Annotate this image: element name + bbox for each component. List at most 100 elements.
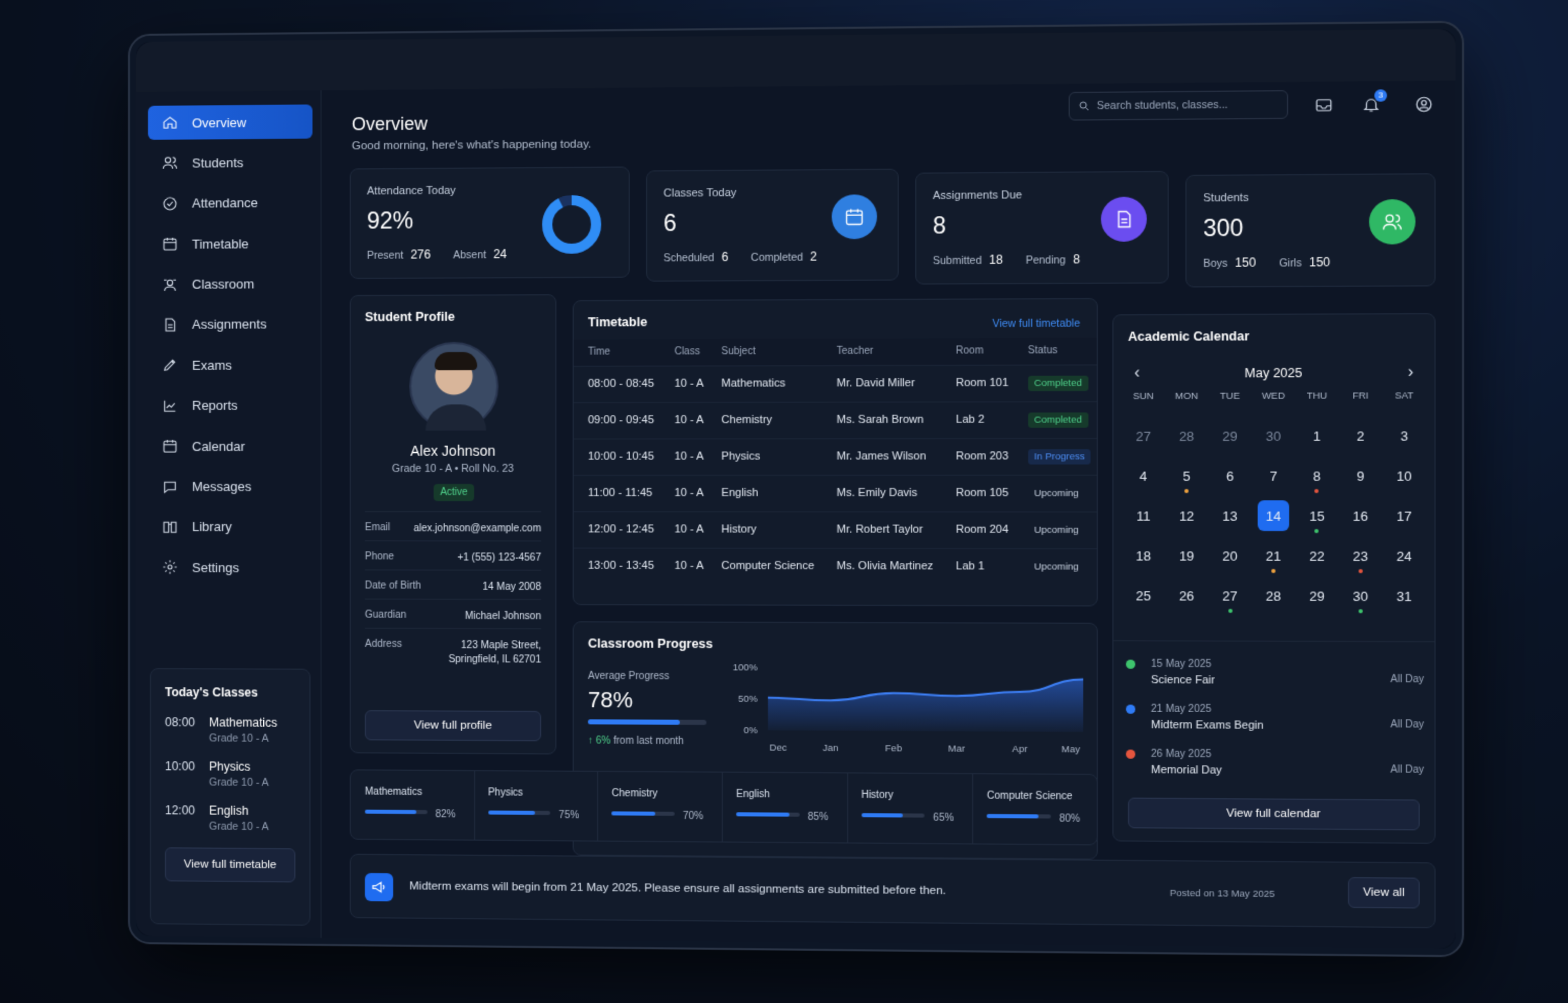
sidebar-item-students[interactable]: Students bbox=[148, 145, 313, 180]
view-full-timetable-link[interactable]: View full timetable bbox=[992, 318, 1080, 331]
view-calendar-button[interactable]: View full calendar bbox=[1128, 797, 1420, 831]
pending-label: Pending bbox=[1025, 254, 1066, 267]
table-row[interactable]: 12:00 - 12:45 10 - A History Mr. Robert Tay… bbox=[573, 511, 1097, 549]
calendar-day[interactable]: 28 bbox=[1165, 420, 1208, 451]
divider bbox=[846, 773, 848, 843]
sidebar-item-classroom[interactable]: Classroom bbox=[148, 267, 313, 302]
calendar-event[interactable]: 26 May 2025 Memorial Day All Day bbox=[1125, 749, 1424, 778]
progress-chart: 100% 50% 0% Dec Jan Feb Mar Apr May bbox=[733, 662, 1089, 755]
trend-up-icon: ↑ bbox=[587, 735, 596, 747]
calendar-day[interactable]: 5 bbox=[1165, 460, 1208, 494]
assignments-card[interactable]: Assignments Due 8 Submitted 18 Pending 8 bbox=[915, 170, 1169, 285]
day-number: 27 bbox=[1222, 587, 1238, 604]
table-row[interactable]: 10:00 - 10:45 10 - A Physics Mr. James Wils… bbox=[573, 437, 1097, 475]
subject-percent: 75% bbox=[558, 809, 580, 822]
calendar-day[interactable]: 18 bbox=[1122, 540, 1165, 571]
sidebar-item-attendance[interactable]: Attendance bbox=[148, 186, 313, 221]
view-timetable-button[interactable]: View full timetable bbox=[164, 847, 296, 883]
table-cell: 10 - A bbox=[660, 438, 708, 475]
calendar-icon-badge bbox=[831, 194, 878, 240]
sidebar-nav: Overview Students Attendance Timetable C… bbox=[147, 104, 313, 591]
table-row[interactable]: 09:00 - 09:45 10 - A Chemistry Ms. Sarah Br… bbox=[573, 401, 1097, 439]
event-color-dot bbox=[1125, 749, 1136, 759]
subject-bar bbox=[736, 812, 800, 817]
calendar-day[interactable]: 2 bbox=[1339, 420, 1383, 451]
field-label: Guardian bbox=[364, 609, 407, 621]
sidebar-item-settings[interactable]: Settings bbox=[148, 550, 313, 584]
view-all-button[interactable]: View all bbox=[1348, 877, 1420, 909]
table-cell: 12:00 - 12:45 bbox=[573, 511, 661, 548]
calendar-day[interactable]: 29 bbox=[1208, 420, 1251, 451]
calendar-day[interactable]: 16 bbox=[1339, 500, 1383, 531]
calendar-day[interactable]: 7 bbox=[1252, 460, 1295, 491]
calendar-day[interactable]: 30 bbox=[1339, 580, 1383, 614]
calendar-day[interactable]: 22 bbox=[1295, 540, 1339, 571]
profile-button[interactable] bbox=[1414, 95, 1433, 114]
class-item[interactable]: 10:00 Physics Grade 10 - A bbox=[165, 759, 295, 789]
calendar-day[interactable]: 25 bbox=[1122, 580, 1165, 611]
calendar-event[interactable]: 15 May 2025 Science Fair All Day bbox=[1125, 659, 1424, 688]
sidebar-item-reports[interactable]: Reports bbox=[148, 388, 313, 422]
profile-field-email: Email alex.johnson@example.com bbox=[364, 511, 542, 537]
table-row[interactable]: 08:00 - 08:45 10 - A Mathematics Mr. David … bbox=[573, 364, 1097, 403]
table-row[interactable]: 11:00 - 11:45 10 - A English Ms. Emily Davi… bbox=[573, 474, 1097, 512]
inbox-button[interactable] bbox=[1314, 96, 1333, 115]
calendar-day[interactable]: 6 bbox=[1208, 460, 1251, 491]
calendar-day[interactable]: 28 bbox=[1252, 580, 1295, 611]
class-item[interactable]: 12:00 English Grade 10 - A bbox=[165, 803, 295, 833]
next-month-button[interactable]: › bbox=[1408, 364, 1414, 383]
calendar-day[interactable]: 9 bbox=[1339, 460, 1383, 491]
event-dot bbox=[1314, 529, 1320, 534]
search-input[interactable]: Search students, classes... bbox=[1068, 90, 1289, 121]
calendar-day[interactable]: 1 bbox=[1295, 420, 1339, 451]
calendar-day[interactable]: 13 bbox=[1208, 500, 1251, 531]
calendar-day[interactable]: 4 bbox=[1122, 460, 1165, 491]
profile-field-dob: Date of Birth 14 May 2008 bbox=[364, 569, 542, 595]
calendar-day[interactable]: 24 bbox=[1382, 540, 1426, 571]
attendance-card[interactable]: Attendance Today 92% Present 276 Absent 24 bbox=[349, 166, 630, 279]
sidebar-item-assignments[interactable]: Assignments bbox=[148, 307, 313, 342]
inbox-icon bbox=[1314, 96, 1333, 115]
class-item[interactable]: 08:00 Mathematics Grade 10 - A bbox=[165, 715, 295, 745]
calendar-day[interactable]: 31 bbox=[1382, 580, 1426, 611]
subject-name: History bbox=[861, 789, 894, 802]
calendar-day[interactable]: 27 bbox=[1122, 420, 1165, 451]
sidebar-item-exams[interactable]: Exams bbox=[148, 348, 313, 383]
calendar-day[interactable]: 3 bbox=[1382, 420, 1426, 451]
document-icon bbox=[165, 317, 176, 332]
calendar-day[interactable]: 23 bbox=[1339, 540, 1383, 574]
sidebar-item-calendar[interactable]: Calendar bbox=[148, 429, 313, 463]
sidebar-item-messages[interactable]: Messages bbox=[148, 469, 313, 503]
table-row[interactable]: 13:00 - 13:45 10 - A Computer Science Ms. O… bbox=[573, 547, 1097, 585]
sidebar-item-overview[interactable]: Overview bbox=[147, 104, 313, 140]
calendar-day[interactable]: 20 bbox=[1208, 540, 1251, 571]
calendar-day[interactable]: 12 bbox=[1165, 500, 1208, 531]
view-profile-button[interactable]: View full profile bbox=[364, 710, 542, 742]
sidebar-item-library[interactable]: Library bbox=[148, 510, 313, 544]
sidebar-item-timetable[interactable]: Timetable bbox=[148, 226, 313, 261]
students-card[interactable]: Students 300 Boys 150 Girls 150 bbox=[1185, 173, 1436, 288]
calendar-day[interactable]: 21 bbox=[1252, 540, 1295, 574]
x-tick-label: Jan bbox=[823, 743, 839, 754]
calendar-day[interactable]: 11 bbox=[1122, 500, 1165, 531]
status-badge: Upcoming bbox=[1034, 561, 1079, 573]
day-number: 28 bbox=[1179, 428, 1195, 444]
notifications-button[interactable]: 3 bbox=[1362, 89, 1388, 115]
event-dot bbox=[1184, 489, 1189, 494]
calendar-day[interactable]: 14 bbox=[1252, 500, 1295, 532]
calendar-day[interactable]: 26 bbox=[1165, 580, 1208, 611]
calendar-day[interactable]: 19 bbox=[1165, 540, 1208, 571]
calendar-day[interactable]: 15 bbox=[1295, 500, 1339, 534]
calendar-event[interactable]: 21 May 2025 Midterm Exams Begin All Day bbox=[1125, 704, 1424, 733]
stat-sub: Scheduled 6 Completed 2 bbox=[663, 249, 817, 264]
event-color-dot bbox=[1125, 659, 1136, 669]
classes-card[interactable]: Classes Today 6 Scheduled 6 Completed 2 bbox=[646, 168, 899, 282]
calendar-day[interactable]: 17 bbox=[1382, 500, 1426, 531]
table-cell: 10 - A bbox=[660, 474, 708, 512]
day-number: 26 bbox=[1179, 587, 1195, 604]
calendar-day[interactable]: 27 bbox=[1208, 580, 1251, 613]
calendar-day[interactable]: 29 bbox=[1295, 580, 1339, 611]
calendar-day[interactable]: 8 bbox=[1295, 460, 1339, 494]
calendar-day[interactable]: 30 bbox=[1252, 420, 1295, 451]
calendar-day[interactable]: 10 bbox=[1382, 460, 1426, 491]
